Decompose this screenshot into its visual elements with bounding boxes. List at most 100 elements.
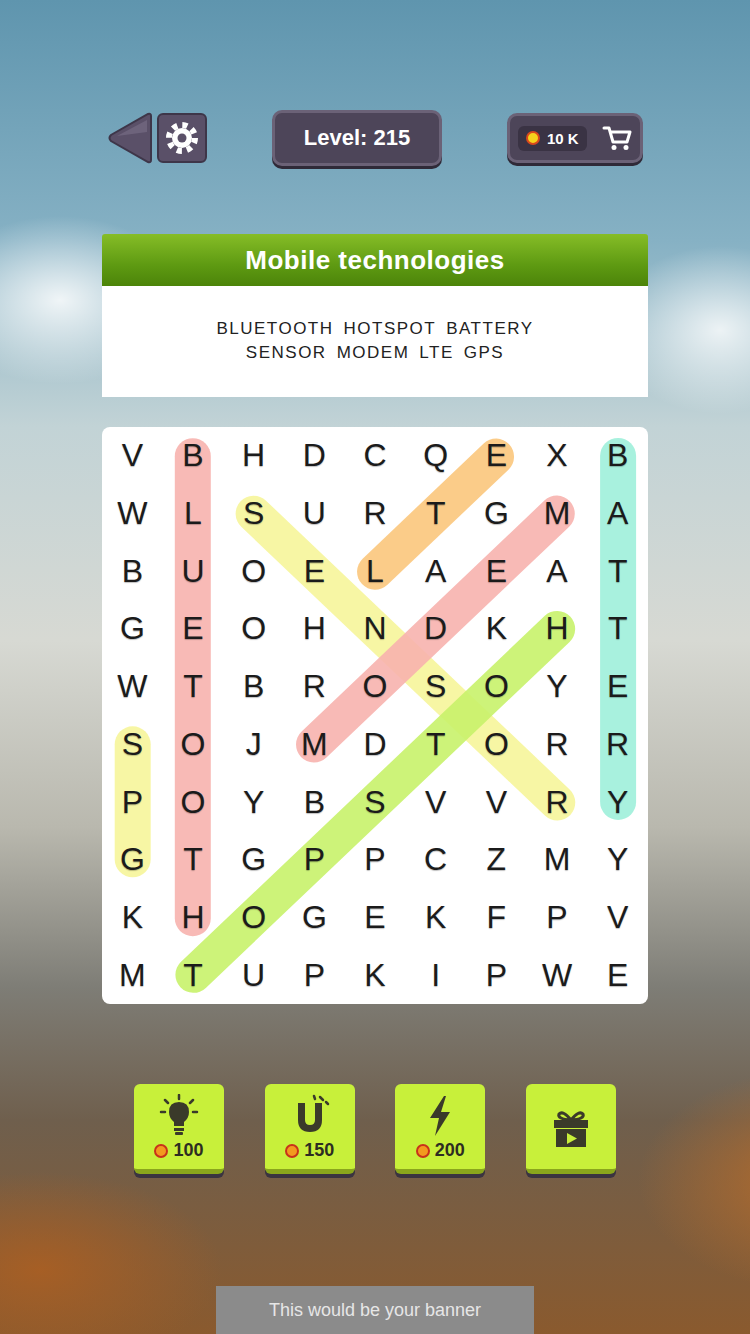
- grid-letter[interactable]: K: [466, 600, 527, 658]
- grid-letter[interactable]: R: [587, 716, 648, 774]
- grid-letter[interactable]: D: [345, 716, 406, 774]
- grid-letter[interactable]: K: [405, 889, 466, 947]
- grid-letter[interactable]: O: [163, 716, 224, 774]
- grid-letter[interactable]: P: [466, 946, 527, 1004]
- grid-letter[interactable]: Q: [405, 427, 466, 485]
- grid-letter[interactable]: L: [163, 485, 224, 543]
- grid-letter[interactable]: O: [223, 542, 284, 600]
- grid-letter[interactable]: D: [284, 427, 345, 485]
- grid-letter[interactable]: O: [223, 889, 284, 947]
- grid-letter[interactable]: M: [102, 946, 163, 1004]
- grid-letter[interactable]: O: [345, 658, 406, 716]
- grid-letter[interactable]: S: [345, 773, 406, 831]
- grid-letter[interactable]: T: [163, 658, 224, 716]
- grid-letter[interactable]: H: [223, 427, 284, 485]
- grid-letter[interactable]: M: [527, 831, 588, 889]
- grid-letter[interactable]: E: [587, 946, 648, 1004]
- grid-letter[interactable]: S: [223, 485, 284, 543]
- grid-letter[interactable]: P: [527, 889, 588, 947]
- grid-letter[interactable]: R: [527, 716, 588, 774]
- grid-letter[interactable]: W: [527, 946, 588, 1004]
- grid-letter[interactable]: O: [163, 773, 224, 831]
- grid-letter[interactable]: E: [345, 889, 406, 947]
- grid-letter[interactable]: U: [284, 485, 345, 543]
- grid-letter[interactable]: K: [102, 889, 163, 947]
- target-word: MODEM: [337, 342, 410, 364]
- grid-letter[interactable]: V: [102, 427, 163, 485]
- grid-letter[interactable]: P: [102, 773, 163, 831]
- grid-letter[interactable]: T: [163, 946, 224, 1004]
- grid-letter[interactable]: I: [405, 946, 466, 1004]
- grid-letter[interactable]: G: [466, 485, 527, 543]
- ad-banner[interactable]: This would be your banner: [216, 1286, 534, 1334]
- grid-letter[interactable]: G: [223, 831, 284, 889]
- grid-letter[interactable]: E: [466, 542, 527, 600]
- grid-letter[interactable]: V: [466, 773, 527, 831]
- grid-letter[interactable]: H: [284, 600, 345, 658]
- grid-letter[interactable]: G: [102, 831, 163, 889]
- power-up-button[interactable]: [526, 1084, 616, 1174]
- grid-letter[interactable]: G: [102, 600, 163, 658]
- grid-letter[interactable]: T: [163, 831, 224, 889]
- grid-letter[interactable]: W: [102, 658, 163, 716]
- grid-letter[interactable]: Y: [223, 773, 284, 831]
- grid-letter[interactable]: R: [284, 658, 345, 716]
- power-up-button[interactable]: 100: [134, 1084, 224, 1174]
- grid-letter[interactable]: P: [284, 831, 345, 889]
- grid-letter[interactable]: B: [284, 773, 345, 831]
- grid-letter[interactable]: T: [405, 716, 466, 774]
- grid-letter[interactable]: T: [587, 542, 648, 600]
- grid-letter[interactable]: O: [466, 716, 527, 774]
- grid-letter[interactable]: E: [466, 427, 527, 485]
- grid-letter[interactable]: K: [345, 946, 406, 1004]
- grid-letter[interactable]: V: [405, 773, 466, 831]
- grid-letter[interactable]: U: [223, 946, 284, 1004]
- grid-letter[interactable]: P: [345, 831, 406, 889]
- back-arrow-icon[interactable]: [107, 112, 153, 164]
- grid-letter[interactable]: F: [466, 889, 527, 947]
- settings-button[interactable]: [157, 113, 207, 163]
- grid-letter[interactable]: B: [587, 427, 648, 485]
- grid-letter[interactable]: H: [527, 600, 588, 658]
- grid-letter[interactable]: O: [466, 658, 527, 716]
- grid-letter[interactable]: M: [527, 485, 588, 543]
- grid-letter[interactable]: U: [163, 542, 224, 600]
- grid-letter[interactable]: L: [345, 542, 406, 600]
- grid-letter[interactable]: E: [284, 542, 345, 600]
- grid-letter[interactable]: N: [345, 600, 406, 658]
- grid-letter[interactable]: B: [102, 542, 163, 600]
- grid-letter[interactable]: M: [284, 716, 345, 774]
- grid-letter[interactable]: C: [345, 427, 406, 485]
- grid-letter[interactable]: C: [405, 831, 466, 889]
- grid-letter[interactable]: E: [587, 658, 648, 716]
- grid-letter[interactable]: Z: [466, 831, 527, 889]
- grid-letter[interactable]: Y: [587, 773, 648, 831]
- grid-letter[interactable]: J: [223, 716, 284, 774]
- grid-letter[interactable]: S: [102, 716, 163, 774]
- letter-grid[interactable]: VBHDCQEXBWLSURTGMABUOELAEATGEOHNDKHTWTBR…: [102, 427, 648, 1004]
- grid-letter[interactable]: W: [102, 485, 163, 543]
- grid-letter[interactable]: Y: [587, 831, 648, 889]
- grid-letter[interactable]: X: [527, 427, 588, 485]
- power-up-button[interactable]: 200: [395, 1084, 485, 1174]
- grid-letter[interactable]: R: [527, 773, 588, 831]
- grid-letter[interactable]: A: [405, 542, 466, 600]
- grid-letter[interactable]: E: [163, 600, 224, 658]
- grid-letter[interactable]: Y: [527, 658, 588, 716]
- grid-letter[interactable]: T: [405, 485, 466, 543]
- grid-letter[interactable]: T: [587, 600, 648, 658]
- grid-letter[interactable]: A: [587, 485, 648, 543]
- grid-letter[interactable]: D: [405, 600, 466, 658]
- coin-badge[interactable]: 10 K: [507, 113, 643, 163]
- grid-letter[interactable]: B: [223, 658, 284, 716]
- grid-letter[interactable]: V: [587, 889, 648, 947]
- grid-letter[interactable]: P: [284, 946, 345, 1004]
- grid-letter[interactable]: B: [163, 427, 224, 485]
- grid-letter[interactable]: R: [345, 485, 406, 543]
- grid-letter[interactable]: S: [405, 658, 466, 716]
- grid-letter[interactable]: G: [284, 889, 345, 947]
- power-up-button[interactable]: 150: [265, 1084, 355, 1174]
- grid-letter[interactable]: A: [527, 542, 588, 600]
- grid-letter[interactable]: O: [223, 600, 284, 658]
- grid-letter[interactable]: H: [163, 889, 224, 947]
